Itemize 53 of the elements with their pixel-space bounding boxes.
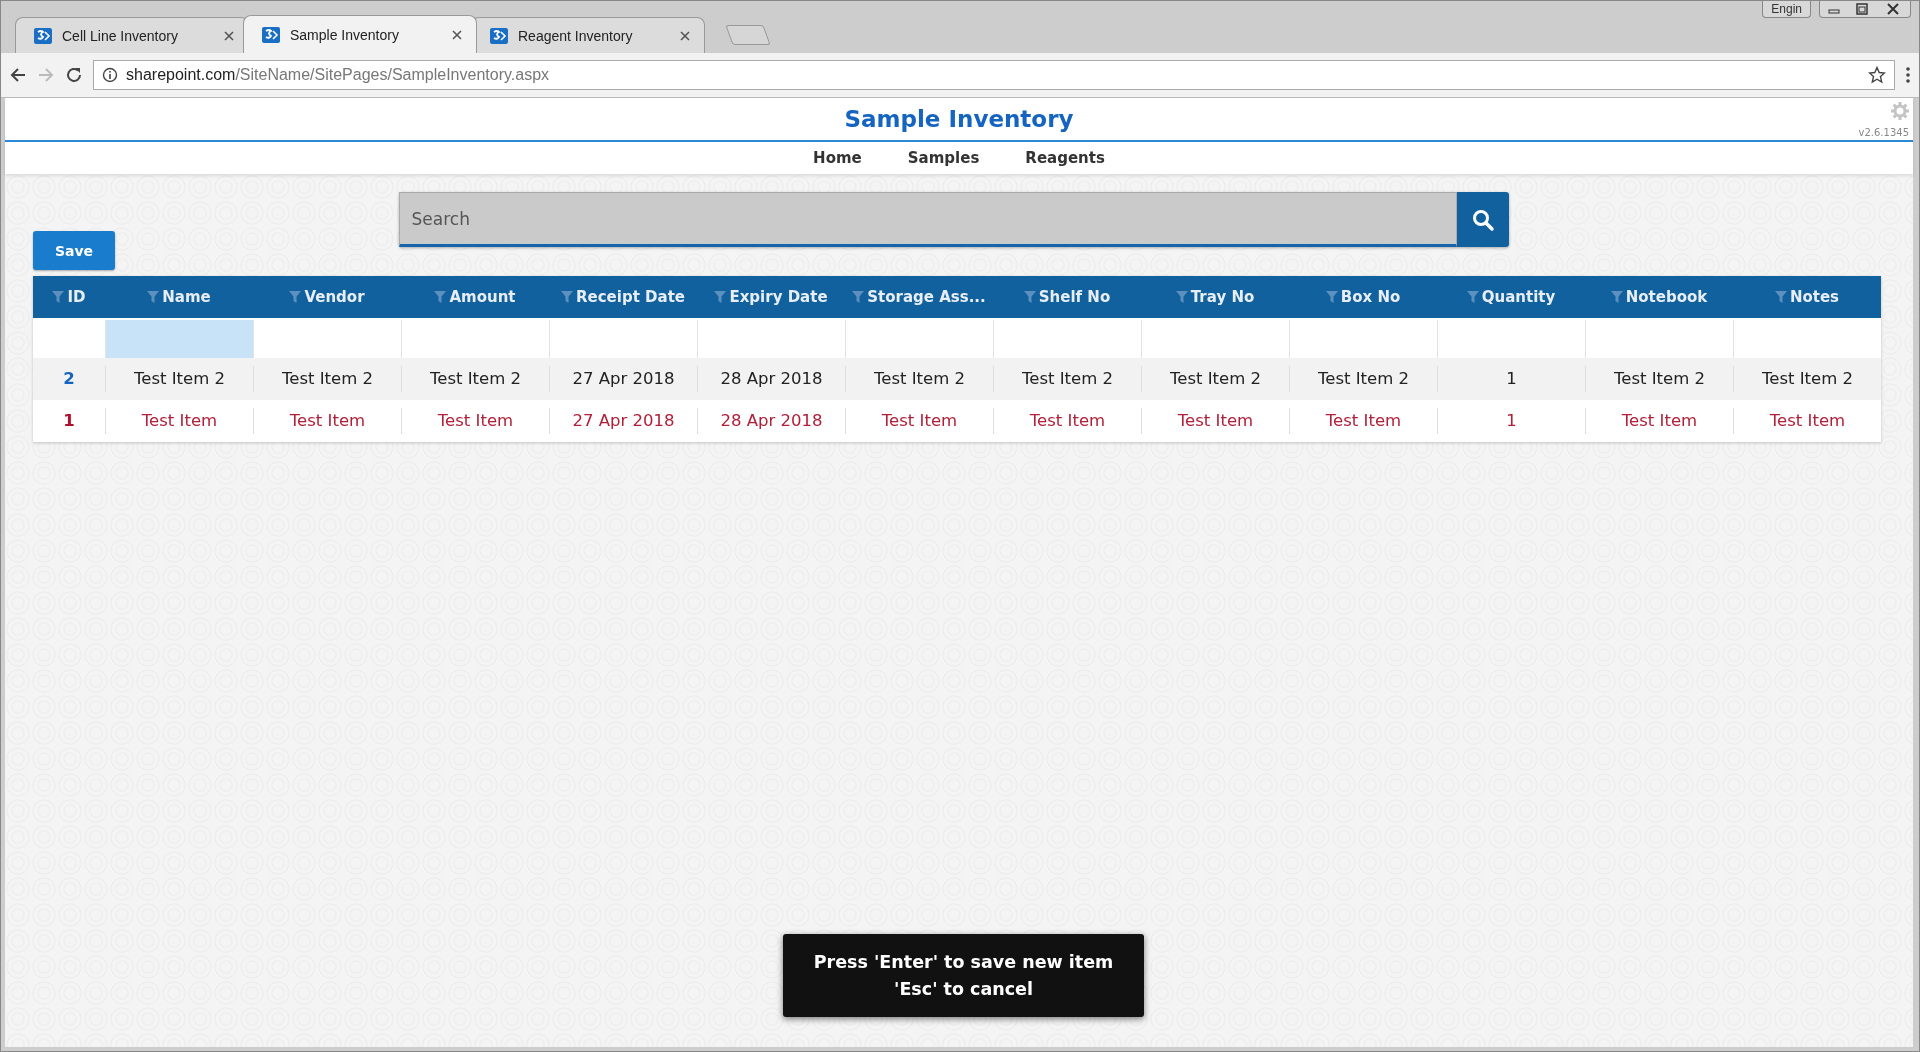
table-cell: Test Item 2 — [845, 366, 993, 392]
table-cell: Test Item 2 — [1289, 366, 1437, 392]
address-bar[interactable]: sharepoint.com/SiteName/SitePages/SampleInventory.aspx — [93, 60, 1895, 90]
table-cell: Test Item — [401, 408, 549, 434]
column-header[interactable]: Amount — [401, 276, 549, 318]
table-cell: 1 — [1437, 366, 1585, 392]
table-cell: 27 Apr 2018 — [549, 408, 697, 434]
table-cell: Test Item — [845, 408, 993, 434]
nav-link[interactable]: Samples — [905, 149, 982, 167]
table-cell: Test Item 2 — [253, 366, 401, 392]
table-cell-text: 1 — [62, 410, 76, 432]
url-text: sharepoint.com/SiteName/SitePages/SampleInventory.aspx — [126, 66, 551, 84]
table-cell: Test Item 2 — [1733, 366, 1881, 392]
table-row[interactable]: 2 Test Item 2 Test Item 2 Test Item 2 27 Apr 2018 28 Apr 2018 Test Item 2 Test Item 2 Test Item 2 Test Item 2 1 Test Item 2 Test Item 2 — [33, 358, 1881, 400]
profile-button[interactable]: Engin — [1762, 1, 1811, 18]
nav-link[interactable]: Home — [811, 149, 864, 167]
column-header[interactable]: Notebook — [1585, 276, 1733, 318]
column-header[interactable]: Tray No — [1141, 276, 1289, 318]
column-header[interactable]: Name — [105, 276, 253, 318]
table-cell: Test Item 2 — [993, 366, 1141, 392]
table-cell: Test Item — [1733, 408, 1881, 434]
table-cell: 28 Apr 2018 — [697, 408, 845, 434]
column-header[interactable]: Vendor — [253, 276, 401, 318]
table-cell: Test Item — [1141, 408, 1289, 434]
nav-link[interactable]: Reagents — [1023, 149, 1107, 167]
table-cell: 1 — [1437, 408, 1585, 434]
table-cell: Test Item 2 — [1141, 366, 1289, 392]
browser-tab[interactable]: Sample Inventory — [243, 15, 477, 53]
table-cell: Test Item — [993, 408, 1141, 434]
table-cell: 28 Apr 2018 — [697, 366, 845, 392]
table-cell: Test Item 2 — [401, 366, 549, 392]
column-header[interactable]: Shelf No — [993, 276, 1141, 318]
table-cell: Test Item — [105, 408, 253, 434]
table-row[interactable]: 1 Test Item Test Item Test Item 27 Apr 2018 28 Apr 2018 Test Item Test Item Test Item Test Item 1 Test Item Test Item — [33, 400, 1881, 442]
table-cell: Test Item — [253, 408, 401, 434]
column-header[interactable]: ID — [33, 276, 105, 318]
column-header[interactable]: Quantity — [1437, 276, 1585, 318]
column-header[interactable]: Storage Ass... — [845, 276, 993, 318]
table-cell: Test Item — [1289, 408, 1437, 434]
save-button[interactable]: Save — [33, 231, 115, 270]
column-header[interactable]: Expiry Date — [697, 276, 845, 318]
column-header[interactable]: Notes — [1733, 276, 1881, 318]
table-cell: 27 Apr 2018 — [549, 366, 697, 392]
version-label: v2.6.1345 — [1858, 127, 1909, 138]
table-cell: Test Item — [1585, 408, 1733, 434]
column-header[interactable]: Box No — [1289, 276, 1437, 318]
column-header[interactable]: Receipt Date — [549, 276, 697, 318]
page-title: Sample Inventory — [844, 106, 1074, 132]
table-cell-text: 2 — [62, 368, 76, 390]
toast-message: Press 'Enter' to save new item 'Esc' to cancel — [783, 934, 1144, 1017]
table-cell: Test Item 2 — [1585, 366, 1733, 392]
table-cell: Test Item 2 — [105, 366, 253, 392]
search-field[interactable]: Search — [398, 192, 1457, 247]
